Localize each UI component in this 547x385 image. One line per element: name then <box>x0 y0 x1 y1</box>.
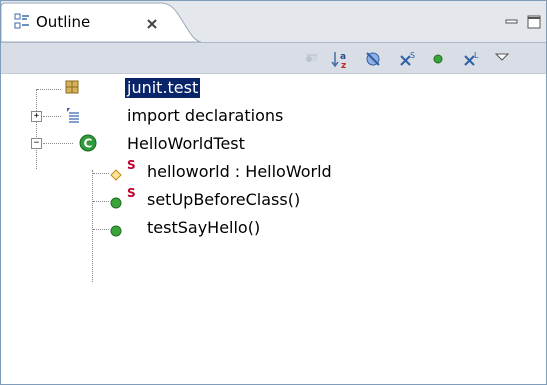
static-modifier-marker: S <box>127 158 136 172</box>
hide-fields-filter-icon[interactable] <box>364 50 382 68</box>
outline-tree: junit.test + import declarations − C Hel… <box>1 74 546 384</box>
tree-item-package[interactable]: junit.test <box>1 74 546 102</box>
outline-view: Outline a z S L junit.test + import decl… <box>0 0 547 385</box>
tree-connector <box>93 173 109 174</box>
tree-connector <box>93 229 109 230</box>
hide-non-public-members-icon[interactable] <box>429 50 447 68</box>
tree-connector <box>93 201 109 202</box>
view-tab-bar: Outline <box>1 1 546 43</box>
tab-outline[interactable]: Outline <box>1 1 201 42</box>
maximize-icon[interactable] <box>527 14 541 29</box>
tree-item-method[interactable]: testSayHello() <box>1 214 546 242</box>
view-toolbar: a z S L <box>1 43 546 74</box>
svg-text:S: S <box>410 51 415 60</box>
outline-icon <box>14 13 30 29</box>
tree-connector <box>37 89 61 90</box>
tree-item-field[interactable]: S helloworld : HelloWorld <box>1 158 546 186</box>
tree-item-label: helloworld : HelloWorld <box>147 162 332 181</box>
static-modifier-marker: S <box>127 186 136 200</box>
sort-alphabetically-icon[interactable]: a z <box>331 50 349 71</box>
tab-title: Outline <box>36 13 91 31</box>
svg-text:L: L <box>474 51 479 60</box>
hide-fields-icon[interactable] <box>303 50 321 68</box>
tab-shape <box>1 2 201 42</box>
tree-item-label: HelloWorldTest <box>127 134 245 153</box>
tree-item-label: junit.test <box>125 78 201 98</box>
minimize-icon[interactable] <box>505 14 519 28</box>
svg-text:z: z <box>341 61 346 70</box>
expand-button[interactable]: + <box>31 111 42 122</box>
collapse-button[interactable]: − <box>31 138 42 149</box>
tree-item-method[interactable]: S setUpBeforeClass() <box>1 186 546 214</box>
class-icon: C <box>78 133 98 157</box>
svg-text:C: C <box>84 137 93 151</box>
public-method-icon <box>110 222 122 241</box>
hide-local-types-icon[interactable]: L <box>462 50 480 68</box>
tree-item-class[interactable]: − C HelloWorldTest <box>1 130 546 158</box>
tree-item-label: testSayHello() <box>147 218 261 237</box>
field-icon <box>110 166 122 185</box>
public-method-icon <box>110 194 122 213</box>
hide-static-members-icon[interactable]: S <box>398 50 416 68</box>
view-menu-icon[interactable] <box>493 50 511 68</box>
tree-item-imports[interactable]: + import declarations <box>1 102 546 130</box>
tree-connector <box>43 116 61 117</box>
close-icon[interactable] <box>146 15 158 29</box>
tree-item-label: import declarations <box>127 106 284 125</box>
package-icon <box>64 79 80 99</box>
tree-connector <box>43 143 73 144</box>
imports-icon <box>64 107 82 129</box>
tree-item-label: setUpBeforeClass() <box>147 190 301 209</box>
